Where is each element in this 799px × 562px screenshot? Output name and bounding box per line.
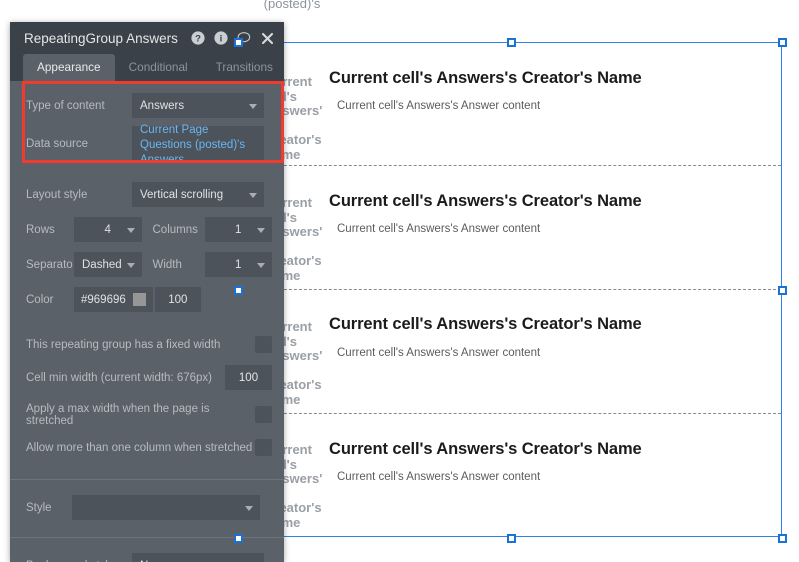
row-fixed-width: This repeating group has a fixed width <box>10 329 284 360</box>
cell-body: Current cell's Answers's Answer content <box>337 471 541 483</box>
cell-title: Current cell's Answers's Creator's Name <box>329 440 642 458</box>
chevron-down-icon <box>245 505 253 511</box>
cell-title: Current cell's Answers's Creator's Name <box>329 315 642 333</box>
editor-screen: (posted)'s Current cell's Answers's Crea… <box>0 0 799 562</box>
resize-handle-top-right[interactable] <box>778 38 787 47</box>
row-background-style: Background style None <box>10 550 284 562</box>
columns-select[interactable]: 1 <box>204 217 272 242</box>
style-select[interactable] <box>72 495 260 520</box>
close-icon[interactable] <box>260 31 274 45</box>
color-hex-field[interactable]: #969696 <box>74 287 153 312</box>
label-columns: Columns <box>152 223 198 236</box>
label-type-of-content: Type of content <box>26 99 105 112</box>
label-allow-more-columns: Allow more than one column when stretche… <box>26 441 253 454</box>
apply-max-width-checkbox[interactable] <box>255 406 272 423</box>
info-icon[interactable]: i <box>214 31 228 45</box>
color-controls: #969696 100 <box>74 287 201 312</box>
repeating-group-selection[interactable]: Current cell's Answers's Creator's Name … <box>234 38 787 543</box>
cell-body: Current cell's Answers's Answer content <box>337 223 541 235</box>
svg-text:i: i <box>220 34 223 45</box>
resize-handle-bottom-left[interactable] <box>234 534 243 543</box>
type-of-content-value: Answers <box>140 99 185 112</box>
separator-width-select[interactable]: 1 <box>204 252 272 277</box>
row-layout-style: Layout style Vertical scrolling <box>10 179 284 210</box>
row-data-source: Data source Current Page Questions (post… <box>10 124 284 166</box>
label-apply-max-width: Apply a max width when the page is stret… <box>26 402 210 427</box>
chevron-down-icon <box>257 262 265 268</box>
fixed-width-checkbox[interactable] <box>255 336 272 353</box>
panel-title: RepeatingGroup Answers <box>24 30 178 46</box>
divider <box>10 479 284 480</box>
tab-appearance[interactable]: Appearance <box>23 54 115 81</box>
tab-conditional[interactable]: Conditional <box>115 54 202 81</box>
chevron-down-icon <box>257 227 265 233</box>
layout-style-value: Vertical scrolling <box>140 188 224 201</box>
cell-title: Current cell's Answers's Creator's Name <box>329 69 642 87</box>
row-type-of-content: Type of content Answers <box>10 90 284 121</box>
allow-more-columns-checkbox[interactable] <box>255 439 272 456</box>
label-separator: Separato <box>26 258 73 271</box>
panel-tabs[interactable]: Appearance Conditional Transitions <box>10 54 284 81</box>
data-source-value[interactable]: Current Page Questions (posted)'s Answer… <box>140 123 256 168</box>
rows-select[interactable]: 4 <box>74 217 142 242</box>
repeating-group-cells: Current cell's Answers's Creator's Name … <box>239 43 781 536</box>
label-layout-style: Layout style <box>26 188 88 201</box>
label-style: Style <box>26 501 52 514</box>
separator-value: Dashed <box>82 258 122 271</box>
resize-handle-middle-left[interactable] <box>234 286 243 295</box>
chevron-down-icon <box>126 227 135 233</box>
cell-body: Current cell's Answers's Answer content <box>337 347 541 359</box>
label-separator-width: Width <box>152 258 182 271</box>
row-cell-min-width: Cell min width (current width: 676px) 10… <box>10 362 284 393</box>
cell-body: Current cell's Answers's Answer content <box>337 100 541 112</box>
row-separator-width: Separato Dashed Width 1 <box>10 249 284 280</box>
color-opacity-input[interactable]: 100 <box>154 287 201 312</box>
cell-min-width-input[interactable]: 100 <box>225 365 272 390</box>
separator-select[interactable]: Dashed <box>74 252 142 277</box>
label-color: Color <box>26 293 54 306</box>
help-icon[interactable]: ? <box>191 31 205 45</box>
chevron-down-icon <box>126 262 135 268</box>
resize-handle-top-left[interactable] <box>234 38 243 47</box>
resize-handle-bottom-right[interactable] <box>778 534 787 543</box>
label-cell-min-width: Cell min width (current width: 676px) <box>26 371 212 384</box>
cell-title: Current cell's Answers's Creator's Name <box>329 192 642 210</box>
panel-body: Type of content Answers Data source Curr… <box>10 81 284 562</box>
label-rows: Rows <box>26 223 55 236</box>
row-apply-max-width: Apply a max width when the page is stret… <box>10 399 284 430</box>
resize-handle-top-center[interactable] <box>507 38 516 47</box>
svg-text:?: ? <box>195 34 201 45</box>
row-rows-columns: Rows 4 Columns 1 <box>10 214 284 245</box>
chevron-down-icon <box>249 192 257 198</box>
row-style: Style <box>10 492 284 523</box>
row-allow-more-columns: Allow more than one column when stretche… <box>10 432 284 463</box>
panel-header-icons: ? i <box>191 31 274 45</box>
tab-transitions[interactable]: Transitions <box>202 54 284 81</box>
chevron-down-icon <box>249 103 257 109</box>
label-data-source: Data source <box>26 138 89 150</box>
background-style-select[interactable]: None <box>132 553 264 562</box>
label-fixed-width: This repeating group has a fixed width <box>26 338 221 351</box>
color-swatch[interactable] <box>132 293 146 306</box>
resize-handle-bottom-center[interactable] <box>507 534 516 543</box>
color-hex-value: #969696 <box>81 293 126 306</box>
layout-style-select[interactable]: Vertical scrolling <box>132 182 264 207</box>
type-of-content-select[interactable]: Answers <box>132 93 264 118</box>
data-source-field[interactable]: Current Page Questions (posted)'s Answer… <box>132 124 264 166</box>
resize-handle-middle-right[interactable] <box>778 286 787 295</box>
overflow-text-top: (posted)'s <box>263 0 321 11</box>
